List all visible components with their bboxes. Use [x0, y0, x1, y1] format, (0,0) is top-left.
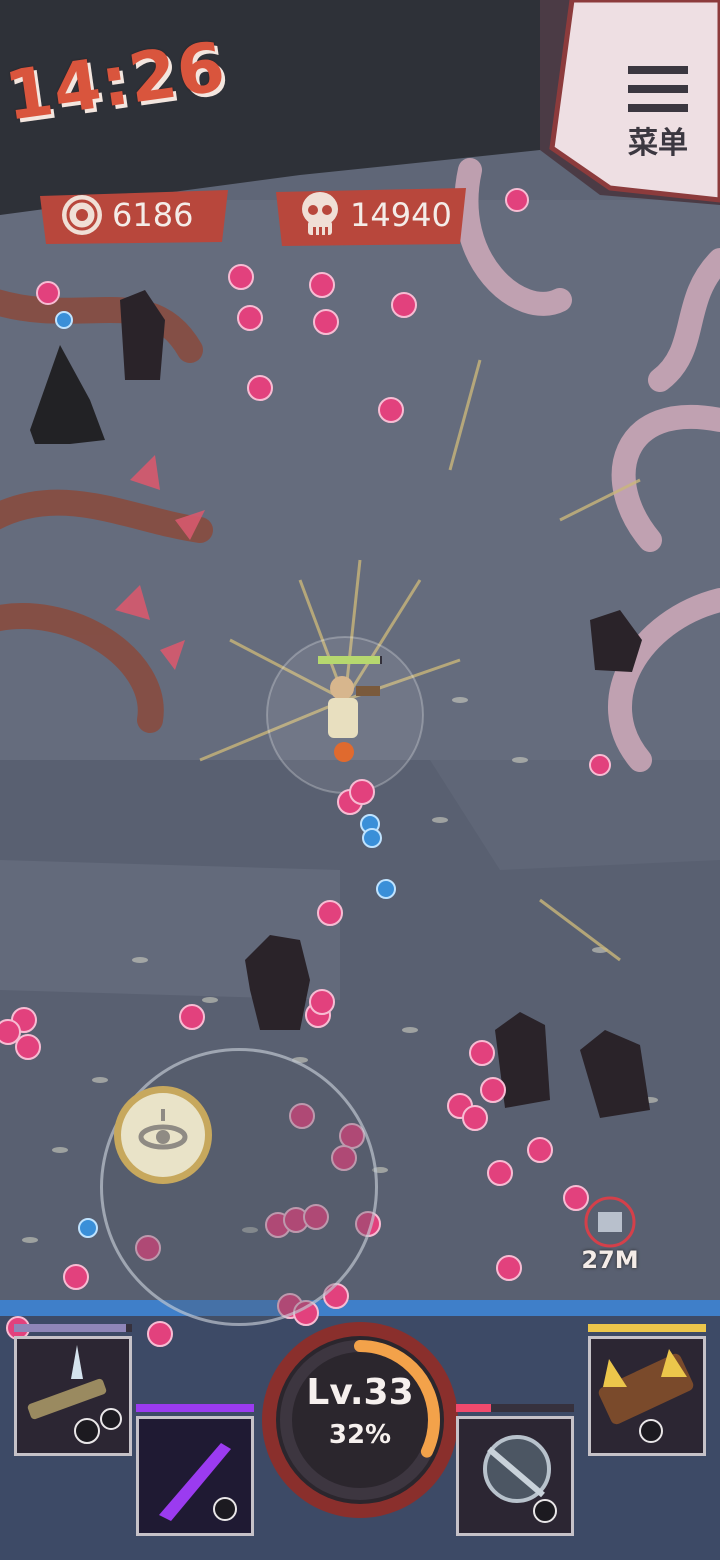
hamburger-menu-icon [628, 66, 688, 112]
menu-label: 菜单 [628, 126, 688, 161]
skull-icon [302, 192, 338, 235]
skill-frame [136, 1416, 254, 1536]
skill-cooldown-bar [456, 1404, 574, 1412]
skill-slot-4[interactable] [588, 1324, 706, 1456]
shadow-blade-icon [139, 1419, 251, 1533]
rocket-launcher-icon [27, 1345, 122, 1444]
skill-frame [456, 1416, 574, 1536]
gold-spike-icon [598, 1349, 694, 1443]
kill-counter: 14940 [298, 190, 458, 240]
skill-slot-2[interactable] [136, 1404, 254, 1536]
skill-slot-3[interactable] [456, 1404, 574, 1536]
virtual-joystick-knob[interactable] [114, 1086, 212, 1184]
skill-cooldown-bar [588, 1324, 706, 1332]
skill-cooldown-bar [14, 1324, 132, 1332]
coin-counter: 6186 [60, 190, 220, 240]
menu-button[interactable]: 菜单 [612, 66, 704, 166]
skill-cooldown-bar [136, 1404, 254, 1412]
skill-slot-1[interactable] [14, 1324, 132, 1456]
coin-count: 6186 [112, 196, 194, 234]
level-label: Lv.33 [306, 1372, 414, 1413]
coin-icon [62, 195, 102, 235]
objective-distance-marker: 27M [576, 1196, 644, 1276]
skill-frame [14, 1336, 132, 1456]
level-progress-label: 32% [328, 1420, 392, 1450]
target-eye-icon [138, 1109, 188, 1150]
level-indicator: Lv.33 32% [268, 1328, 452, 1512]
map-objective-icon [584, 1196, 636, 1248]
distance-label: 27M [581, 1246, 639, 1274]
kill-count: 14940 [350, 196, 452, 234]
skill-frame [588, 1336, 706, 1456]
chain-wrecking-icon [483, 1435, 557, 1523]
